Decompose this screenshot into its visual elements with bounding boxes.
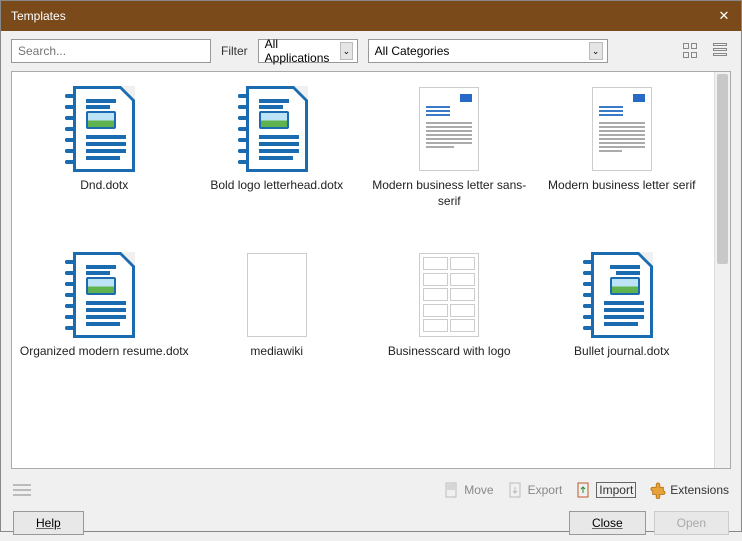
close-button[interactable]: Close <box>569 511 646 535</box>
template-thumbnail <box>418 252 480 338</box>
template-label: Bold logo letterhead.dotx <box>210 178 343 210</box>
toolbar: Filter All Applications ⌄ All Categories… <box>1 31 741 71</box>
template-item[interactable]: Modern business letter sans-serif <box>363 86 536 210</box>
template-item[interactable]: Bold logo letterhead.dotx <box>191 86 364 210</box>
template-item[interactable]: mediawiki <box>191 252 364 376</box>
template-item[interactable]: Dnd.dotx <box>18 86 191 210</box>
import-label: Import <box>596 482 636 498</box>
puzzle-icon <box>650 481 666 499</box>
template-thumbnail <box>591 252 653 338</box>
open-button: Open <box>654 511 729 535</box>
template-item[interactable]: Businesscard with logo <box>363 252 536 376</box>
template-thumbnail <box>73 252 135 338</box>
import-button[interactable]: Import <box>576 481 636 499</box>
list-view-button[interactable] <box>711 41 731 61</box>
menu-icon[interactable] <box>13 484 31 496</box>
help-button[interactable]: Help <box>13 511 84 535</box>
template-label: Modern business letter serif <box>548 178 695 210</box>
applications-dropdown[interactable]: All Applications ⌄ <box>258 39 358 63</box>
template-thumbnail <box>246 86 308 172</box>
move-label: Move <box>464 483 493 497</box>
template-thumbnail <box>246 252 308 338</box>
template-item[interactable]: Modern business letter serif <box>536 86 709 210</box>
scrollbar[interactable] <box>714 72 730 468</box>
template-label: Dnd.dotx <box>80 178 128 210</box>
filter-label: Filter <box>221 44 248 58</box>
template-label: Modern business letter sans-serif <box>363 178 536 210</box>
template-label: Businesscard with logo <box>388 344 511 376</box>
extensions-label: Extensions <box>670 483 729 497</box>
categories-dropdown[interactable]: All Categories ⌄ <box>368 39 608 63</box>
template-thumbnail <box>73 86 135 172</box>
template-label: mediawiki <box>250 344 303 376</box>
templates-grid: Dnd.dotx Bold logo letterhead.dotx Moder… <box>12 72 714 468</box>
template-thumbnail <box>418 86 480 172</box>
template-label: Organized modern resume.dotx <box>20 344 189 376</box>
export-button: Export <box>508 481 563 499</box>
export-label: Export <box>528 483 563 497</box>
search-input[interactable] <box>11 39 211 63</box>
chevron-down-icon: ⌄ <box>589 42 603 60</box>
import-icon <box>576 481 592 499</box>
move-button: Move <box>444 481 493 499</box>
applications-value: All Applications <box>265 37 336 65</box>
template-item[interactable]: Bullet journal.dotx <box>536 252 709 376</box>
extensions-button[interactable]: Extensions <box>650 481 729 499</box>
move-icon <box>444 481 460 499</box>
categories-value: All Categories <box>375 44 585 58</box>
chevron-down-icon: ⌄ <box>340 42 353 60</box>
scrollbar-thumb[interactable] <box>717 74 728 264</box>
template-item[interactable]: Organized modern resume.dotx <box>18 252 191 376</box>
templates-panel: Dnd.dotx Bold logo letterhead.dotx Moder… <box>11 71 731 469</box>
titlebar: Templates ✕ <box>1 1 741 31</box>
close-icon[interactable]: ✕ <box>717 9 731 23</box>
footer: Move Export Import Extensions Help Close… <box>1 469 741 541</box>
window-title: Templates <box>11 9 717 23</box>
template-thumbnail <box>591 86 653 172</box>
export-icon <box>508 481 524 499</box>
template-label: Bullet journal.dotx <box>574 344 669 376</box>
grid-view-button[interactable] <box>681 41 701 61</box>
